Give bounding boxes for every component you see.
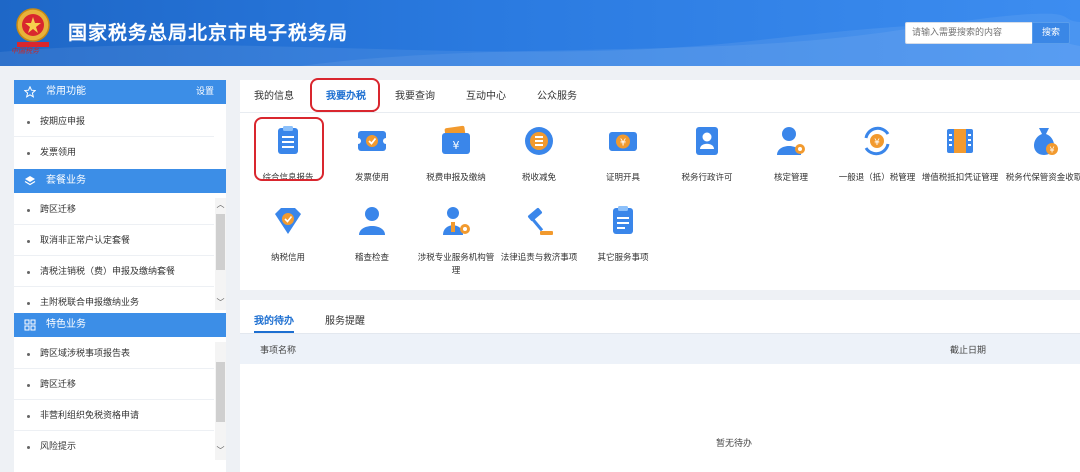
todo-panel: 我的待办 服务提醒 事项名称 截止日期 暂无待办 [240,300,1080,472]
vat-book-icon [947,129,973,153]
service-label: 增值税抵扣凭证管理 [921,173,999,183]
service-verification[interactable]: 核定管理 [751,124,831,185]
service-professional-agency[interactable]: 涉税专业服务机构管理 [416,204,496,278]
grid-icon [24,319,36,331]
service-label: 其它服务事项 [597,253,649,263]
search-button[interactable]: 搜索 [1032,22,1070,44]
id-card-icon [696,127,718,155]
scrollbar-thumb[interactable] [216,214,225,270]
service-general-refund[interactable]: ¥ 一般退（抵）税管理 [837,124,917,185]
todo-table-header: 事项名称 截止日期 [240,334,1080,364]
service-label: 税务行政许可 [681,173,733,183]
scrollbar-thumb[interactable] [216,362,225,422]
sidebar-item[interactable]: 按期应申报 [14,107,214,137]
section-title: 常用功能 [46,86,86,97]
tab-query[interactable]: 我要查询 [395,89,435,105]
diamond-shield-icon [275,208,301,234]
tab-public-service[interactable]: 公众服务 [537,89,577,105]
sidebar-item[interactable]: 跨区迁移 [14,195,214,225]
section-title: 特色业务 [46,319,86,330]
settings-link[interactable]: 设置 [196,80,214,104]
section-header-package[interactable]: 套餐业务 [14,169,226,193]
section-header-featured[interactable]: 特色业务 [14,313,226,337]
service-label: 涉税专业服务机构管理 [417,253,495,276]
service-certificate[interactable]: ¥ 证明开具 [583,124,663,185]
coin-stack-icon [525,127,553,155]
service-custody-funds[interactable]: ¥ 税务代保管资金收取 [1004,124,1080,185]
services-panel: 我的信息 我要办税 我要查询 互动中心 公众服务 综合信息报告 发票使用 ¥ 税… [240,78,1080,290]
column-deadline: 截止日期 [950,346,987,356]
layers-icon [24,176,36,186]
star-icon [24,86,36,98]
tab-interaction[interactable]: 互动中心 [466,89,506,105]
service-label: 发票使用 [354,173,389,183]
invoice-check-icon [355,131,389,151]
service-label: 税收减免 [521,173,556,183]
package-scrollbar[interactable]: ︿ ﹀ [215,198,226,310]
section-title: 套餐业务 [46,175,86,186]
sidebar-item[interactable]: 清税注销税（费）申报及缴纳套餐 [14,257,214,287]
service-tax-declaration[interactable]: ¥ 税费申报及缴纳 [416,124,496,185]
money-bag-icon: ¥ [1033,128,1058,155]
service-label: 税务代保管资金收取 [1005,173,1080,183]
svg-text:¥: ¥ [453,139,460,152]
gavel-icon [528,207,553,235]
list-doc-icon [613,206,633,234]
service-label: 纳税信用 [270,253,305,263]
service-label: 法律追责与救济事项 [500,253,578,263]
service-label: 核定管理 [773,173,808,183]
yuan-ticket-icon: ¥ [609,132,637,151]
scroll-down-icon[interactable]: ﹀ [215,446,226,456]
site-title: 国家税务总局北京市电子税务局 [68,22,349,44]
service-invoice-use[interactable]: 发票使用 [332,124,412,185]
column-item-name: 事项名称 [260,346,297,356]
svg-text:¥: ¥ [874,138,880,148]
empty-state-text: 暂无待办 [716,439,753,449]
service-tax-credit[interactable]: 纳税信用 [248,204,328,265]
service-label: 证明开具 [605,173,640,183]
yuan-refresh-icon: ¥ [864,126,890,156]
tab-my-info[interactable]: 我的信息 [254,89,294,105]
search-input[interactable] [905,22,1032,44]
wallet-yuan-icon: ¥ [442,125,470,154]
featured-scrollbar[interactable]: ﹀ [215,342,226,460]
svg-text:¥: ¥ [1049,146,1054,155]
emblem-script-text: 中国税务 [11,47,39,55]
highlight-box-do-tax [310,78,380,112]
svg-text:¥: ¥ [620,138,626,149]
sidebar-item[interactable]: 跨区域涉税事项报告表 [14,339,214,369]
sidebar: 常用功能 设置 按期应申报 发票领用 套餐业务 跨区迁移 取消非正常户认定套餐 … [14,80,226,472]
service-label: 一般退（抵）税管理 [838,173,916,183]
user-gear-icon [777,127,805,155]
sidebar-item[interactable]: 跨区迁移 [14,370,214,400]
sidebar-item[interactable]: 非营利组织免税资格申请 [14,401,214,431]
user-icon [359,207,385,235]
sidebar-item[interactable]: 发票领用 [14,138,214,168]
service-admin-license[interactable]: 税务行政许可 [667,124,747,185]
tabs-divider [240,112,1080,113]
person-gear-icon [443,207,470,235]
service-label: 税费申报及缴纳 [426,173,486,183]
service-audit-inspection[interactable]: 稽查检查 [332,204,412,265]
scroll-up-icon[interactable]: ︿ [215,200,226,210]
sidebar-item[interactable]: 取消非正常户认定套餐 [14,226,214,256]
service-label: 稽查检查 [354,253,389,263]
highlight-box-report [254,117,324,181]
tab-my-todo[interactable]: 我的待办 [254,312,294,327]
tab-service-reminder[interactable]: 服务提醒 [325,312,365,327]
scroll-down-icon[interactable]: ﹀ [215,298,226,308]
section-header-common[interactable]: 常用功能 设置 [14,80,226,104]
site-header: 中国税务 国家税务总局北京市电子税务局 搜索 [0,0,1080,66]
service-tax-relief[interactable]: 税收减免 [499,124,579,185]
service-other[interactable]: 其它服务事项 [583,204,663,265]
service-legal-remedy[interactable]: 法律追责与救济事项 [499,204,579,265]
service-vat-deduction[interactable]: 增值税抵扣凭证管理 [920,124,1000,185]
sidebar-item[interactable]: 风险提示 [14,432,214,462]
